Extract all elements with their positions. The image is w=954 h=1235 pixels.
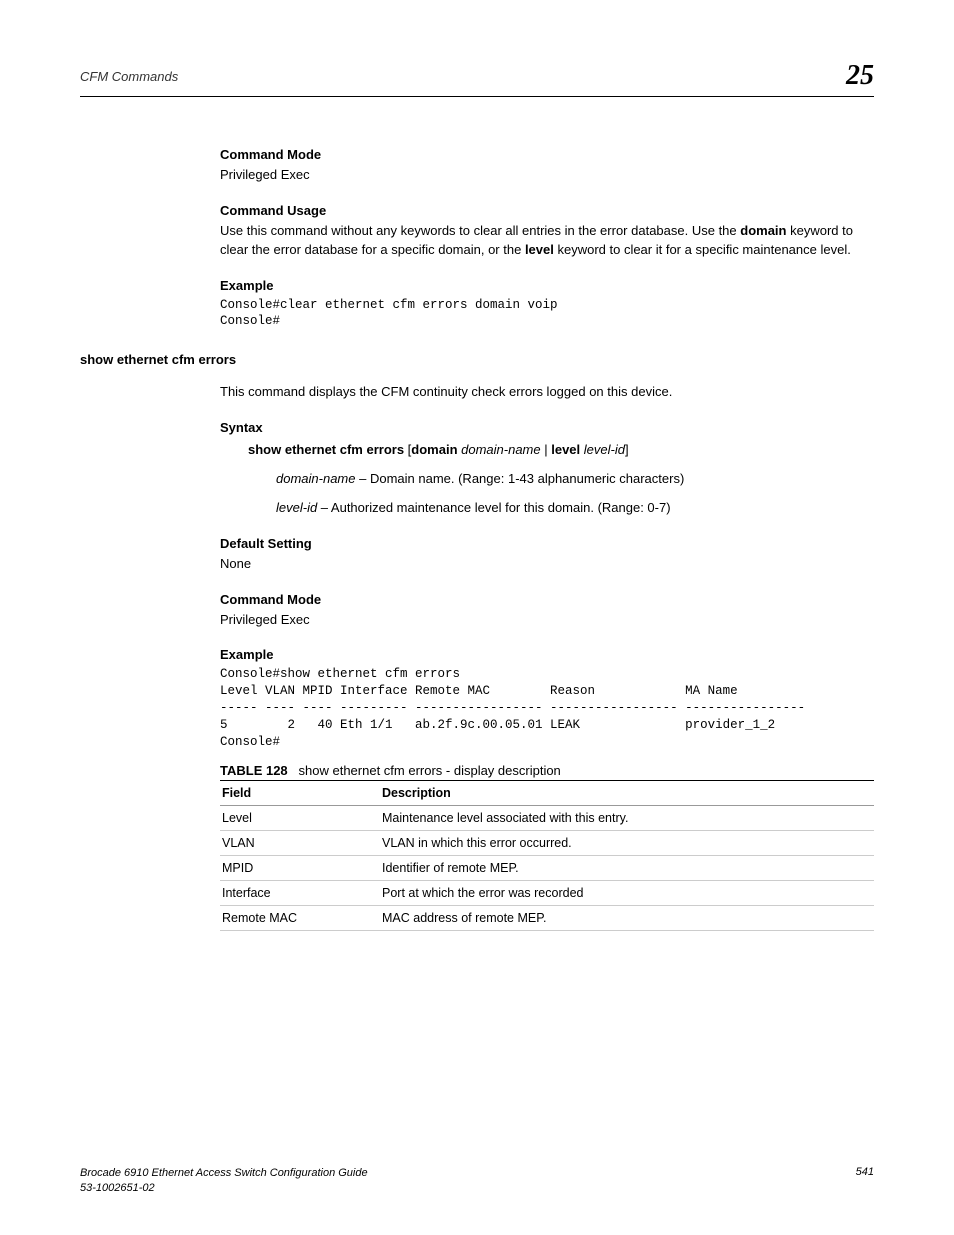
domain-name-desc: – Domain name. (Range: 1-43 alphanumeric… — [356, 471, 685, 486]
footer-left: Brocade 6910 Ethernet Access Switch Conf… — [80, 1166, 368, 1195]
td-field: Level — [220, 805, 380, 830]
usage-kw-domain: domain — [740, 223, 786, 238]
heading-command-usage: Command Usage — [220, 203, 874, 218]
footer-docnum: 53-1002651-02 — [80, 1181, 368, 1195]
table-caption: TABLE 128 show ethernet cfm errors - dis… — [220, 763, 874, 778]
td-field: Interface — [220, 880, 380, 905]
text-command-mode-1: Privileged Exec — [220, 166, 874, 185]
table-label: TABLE 128 — [220, 763, 288, 778]
usage-kw-level: level — [525, 242, 554, 257]
syntax-kw-domain: domain — [411, 442, 457, 457]
th-description: Description — [380, 780, 874, 805]
syntax-bracket-close: ] — [625, 442, 629, 457]
table-caption-text: show ethernet cfm errors - display descr… — [299, 763, 561, 778]
chapter-number: 25 — [846, 60, 874, 92]
intro-text: This command displays the CFM continuity… — [220, 383, 874, 402]
text-default-setting: None — [220, 555, 874, 574]
syntax-pipe: | — [541, 442, 552, 457]
table-row: Interface Port at which the error was re… — [220, 880, 874, 905]
table-row: VLAN VLAN in which this error occurred. — [220, 830, 874, 855]
heading-command-mode-1: Command Mode — [220, 147, 874, 162]
syntax-level-id: level-id — [580, 442, 625, 457]
footer-title: Brocade 6910 Ethernet Access Switch Conf… — [80, 1166, 368, 1180]
heading-example-1: Example — [220, 278, 874, 293]
footer-page: 541 — [856, 1166, 874, 1195]
level-id-lbl: level-id — [276, 500, 317, 515]
heading-default-setting: Default Setting — [220, 536, 874, 551]
table-row: Remote MAC MAC address of remote MEP. — [220, 905, 874, 930]
description-table: Field Description Level Maintenance leve… — [220, 780, 874, 931]
page-header: CFM Commands 25 — [80, 60, 874, 97]
heading-command-mode-2: Command Mode — [220, 592, 874, 607]
usage-prefix: Use this command without any keywords to… — [220, 223, 740, 238]
page-footer: Brocade 6910 Ethernet Access Switch Conf… — [80, 1166, 874, 1195]
usage-suffix: keyword to clear it for a specific maint… — [554, 242, 851, 257]
text-command-usage: Use this command without any keywords to… — [220, 222, 874, 260]
td-desc: MAC address of remote MEP. — [380, 905, 874, 930]
td-field: MPID — [220, 855, 380, 880]
table-header-row: Field Description — [220, 780, 874, 805]
table-row: Level Maintenance level associated with … — [220, 805, 874, 830]
syntax-level-desc: level-id – Authorized maintenance level … — [276, 499, 874, 518]
content-body: Command Mode Privileged Exec Command Usa… — [220, 147, 874, 931]
header-title: CFM Commands — [80, 69, 178, 84]
td-desc: Port at which the error was recorded — [380, 880, 874, 905]
td-desc: VLAN in which this error occurred. — [380, 830, 874, 855]
text-command-mode-2: Privileged Exec — [220, 611, 874, 630]
td-desc: Identifier of remote MEP. — [380, 855, 874, 880]
code-example-2: Console#show ethernet cfm errors Level V… — [220, 666, 874, 750]
syntax-kw-level: level — [551, 442, 580, 457]
syntax-domain-desc: domain-name – Domain name. (Range: 1-43 … — [276, 470, 874, 489]
syntax-command-line: show ethernet cfm errors [domain domain-… — [248, 441, 874, 460]
td-desc: Maintenance level associated with this e… — [380, 805, 874, 830]
command-title: show ethernet cfm errors — [80, 352, 874, 367]
table-row: MPID Identifier of remote MEP. — [220, 855, 874, 880]
heading-syntax: Syntax — [220, 420, 874, 435]
heading-example-2: Example — [220, 647, 874, 662]
level-id-desc: – Authorized maintenance level for this … — [317, 500, 670, 515]
td-field: VLAN — [220, 830, 380, 855]
domain-name-lbl: domain-name — [276, 471, 356, 486]
td-field: Remote MAC — [220, 905, 380, 930]
syntax-cmd: show ethernet cfm errors — [248, 442, 404, 457]
code-example-1: Console#clear ethernet cfm errors domain… — [220, 297, 874, 331]
th-field: Field — [220, 780, 380, 805]
syntax-domain-name: domain-name — [458, 442, 541, 457]
